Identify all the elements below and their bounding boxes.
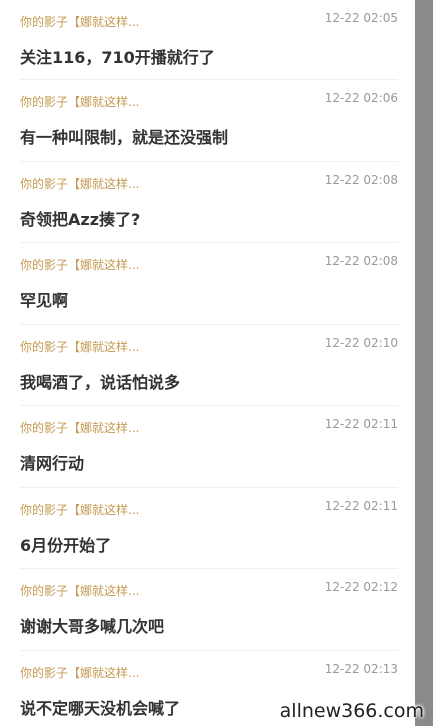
comment-text: 关注116，710开播就行了 <box>20 48 215 67</box>
list-item[interactable]: 你的影子【娜就这样... 12-22 02:12 谢谢大哥多喊几次吧 <box>20 569 398 651</box>
list-item[interactable]: 你的影子【娜就这样... 12-22 02:06 有一种叫限制，就是还没强制 <box>20 80 398 162</box>
timestamp: 12-22 02:08 <box>324 254 398 268</box>
list-item[interactable]: 你的影子【娜就这样... 12-22 02:08 奇领把Azz揍了? <box>20 162 398 243</box>
list-item[interactable]: 你的影子【娜就这样... 12-22 02:05 关注116，710开播就行了 <box>20 0 398 80</box>
username[interactable]: 你的影子【娜就这样... <box>20 582 139 599</box>
list-item[interactable]: 你的影子【娜就这样... 12-22 02:08 罕见啊 <box>20 243 398 325</box>
list-item[interactable]: 你的影子【娜就这样... 12-22 02:11 6月份开始了 <box>20 488 398 569</box>
timestamp: 12-22 02:13 <box>324 661 398 676</box>
username[interactable]: 你的影子【娜就这样... <box>20 338 139 355</box>
comment-text: 罕见啊 <box>20 291 69 310</box>
list-item[interactable]: 你的影子【娜就这样... 12-22 02:10 我喝酒了，说话怕说多 <box>20 325 398 406</box>
timestamp: 12-22 02:10 <box>324 335 398 350</box>
username[interactable]: 你的影子【娜就这样... <box>20 501 139 518</box>
timestamp: 12-22 02:05 <box>324 11 398 25</box>
username[interactable]: 你的影子【娜就这样... <box>20 664 139 681</box>
comment-text: 有一种叫限制，就是还没强制 <box>20 128 229 147</box>
username[interactable]: 你的影子【娜就这样... <box>20 93 139 110</box>
timestamp: 12-22 02:11 <box>324 498 398 513</box>
comment-text: 奇领把Azz揍了? <box>20 209 141 229</box>
list-item[interactable]: 你的影子【娜就这样... 12-22 02:11 清网行动 <box>20 406 398 488</box>
comment-text: 谢谢大哥多喊几次吧 <box>20 617 165 636</box>
comment-text: 我喝酒了，说话怕说多 <box>20 372 181 392</box>
watermark: allnew366.com <box>279 700 424 722</box>
timestamp: 12-22 02:06 <box>324 91 398 105</box>
comment-text: 6月份开始了 <box>20 535 112 555</box>
comment-list[interactable]: 你的影子【娜就这样... 12-22 02:05 关注116，710开播就行了 … <box>0 0 415 726</box>
timestamp: 12-22 02:12 <box>324 580 398 594</box>
username[interactable]: 你的影子【娜就这样... <box>20 13 139 30</box>
comment-text: 清网行动 <box>20 454 85 473</box>
screen: 你的影子【娜就这样... 12-22 02:05 关注116，710开播就行了 … <box>0 0 433 726</box>
comment-text: 说不定哪天没机会喊了 <box>20 698 181 718</box>
username[interactable]: 你的影子【娜就这样... <box>20 419 139 436</box>
username[interactable]: 你的影子【娜就这样... <box>20 175 139 192</box>
side-scrollbar[interactable] <box>415 0 433 726</box>
timestamp: 12-22 02:11 <box>324 417 398 431</box>
username[interactable]: 你的影子【娜就这样... <box>20 256 139 273</box>
timestamp: 12-22 02:08 <box>324 172 398 187</box>
